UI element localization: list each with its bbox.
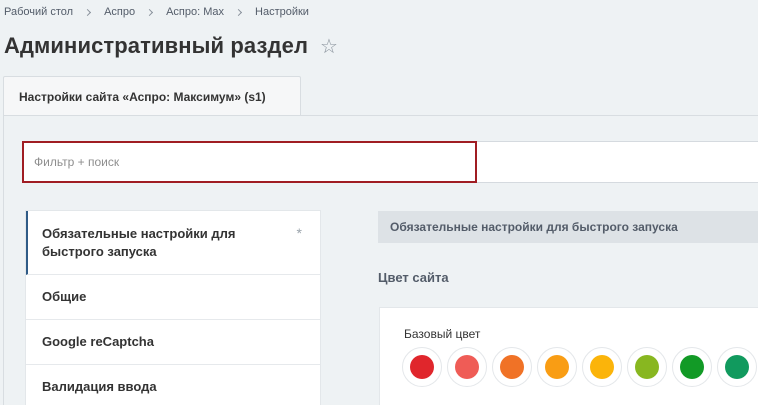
color-dot	[680, 355, 704, 379]
chevron-right-icon	[84, 8, 92, 16]
color-dot	[590, 355, 614, 379]
breadcrumb: Рабочий стол Аспро Аспро: Max Настройки	[4, 4, 309, 20]
color-dot	[410, 355, 434, 379]
sidebar-item-label: Обязательные настройки для быстрого запу…	[42, 225, 236, 259]
sidebar-item-recaptcha[interactable]: Google reCaptcha	[26, 320, 320, 365]
breadcrumb-item-aspro[interactable]: Аспро	[104, 6, 135, 18]
tab-site-settings[interactable]: Настройки сайта «Аспро: Максимум» (s1)	[3, 76, 301, 116]
color-swatch[interactable]	[627, 347, 667, 387]
settings-sidebar: Обязательные настройки для быстрого запу…	[25, 210, 321, 405]
filter-search-input[interactable]	[22, 141, 477, 183]
color-dot	[635, 355, 659, 379]
color-swatch[interactable]	[672, 347, 712, 387]
base-color-label: Базовый цвет	[404, 327, 481, 341]
chevron-right-icon	[234, 8, 243, 16]
page-title: Административный раздел	[4, 33, 309, 58]
color-swatch[interactable]	[582, 347, 622, 387]
color-swatch[interactable]	[402, 347, 442, 387]
sidebar-item-label: Общие	[42, 289, 87, 304]
section-header: Обязательные настройки для быстрого запу…	[378, 211, 758, 243]
breadcrumb-item-settings[interactable]: Настройки	[255, 6, 309, 18]
color-dot	[725, 355, 749, 379]
section-subtitle: Цвет сайта	[378, 270, 449, 285]
color-swatch[interactable]	[717, 347, 757, 387]
star-outline-icon[interactable]: ☆	[320, 36, 338, 58]
color-dot	[500, 355, 524, 379]
sidebar-item-general[interactable]: Общие	[26, 275, 320, 320]
color-swatch[interactable]	[492, 347, 532, 387]
chevron-right-icon	[146, 8, 154, 16]
sidebar-item-quick-start[interactable]: Обязательные настройки для быстрого запу…	[26, 211, 320, 275]
color-swatch[interactable]	[447, 347, 487, 387]
color-swatch[interactable]	[537, 347, 577, 387]
required-mark: *	[296, 225, 302, 241]
sidebar-item-label: Валидация ввода	[42, 379, 157, 394]
color-dot	[545, 355, 569, 379]
breadcrumb-item-desktop[interactable]: Рабочий стол	[4, 6, 73, 18]
color-dot	[455, 355, 479, 379]
sidebar-item-label: Google reCaptcha	[42, 334, 154, 349]
sidebar-item-input-validation[interactable]: Валидация ввода	[26, 365, 320, 405]
breadcrumb-item-aspro-max[interactable]: Аспро: Max	[166, 6, 224, 18]
